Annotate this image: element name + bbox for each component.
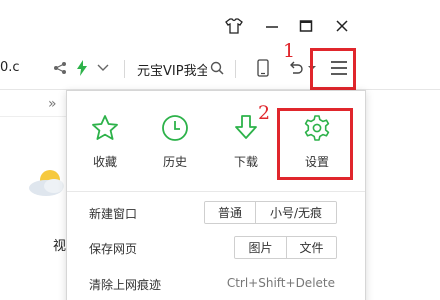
menu-row-new-window: 新建窗口 普通 小号/无痕 [67, 198, 365, 228]
new-window-incognito-button[interactable]: 小号/无痕 [255, 202, 336, 223]
highlight-box-menu [310, 48, 356, 90]
menu-row-clear-history[interactable]: 清除上网痕迹 Ctrl+Shift+Delete [67, 269, 365, 299]
clear-history-label[interactable]: 清除上网痕迹 [89, 276, 161, 293]
title-bar [0, 0, 440, 48]
weather-icon [28, 168, 68, 198]
menu-item-label: 历史 [162, 155, 187, 169]
menu-item-label: 下载 [233, 155, 258, 169]
maximize-button[interactable] [296, 16, 316, 36]
mobile-icon[interactable] [256, 58, 270, 78]
new-window-label[interactable]: 新建窗口 [89, 205, 137, 222]
save-page-button-group: 图片 文件 [234, 236, 337, 259]
save-as-file-button[interactable]: 文件 [286, 237, 336, 258]
minimize-button[interactable] [262, 16, 282, 36]
new-window-normal-button[interactable]: 普通 [205, 202, 255, 223]
clear-history-shortcut: Ctrl+Shift+Delete [226, 276, 335, 290]
download-icon [235, 115, 257, 139]
star-icon [92, 115, 118, 140]
chevron-down-icon[interactable] [96, 58, 110, 78]
clock-icon [162, 115, 188, 141]
toolbar-separator [124, 60, 125, 78]
new-window-button-group: 普通 小号/无痕 [204, 201, 337, 224]
menu-item-favorites[interactable]: 收藏 [77, 113, 133, 170]
address-bar-text[interactable]: 0.c [0, 60, 20, 75]
skin-icon[interactable] [224, 16, 244, 36]
lightning-icon[interactable] [75, 58, 89, 78]
menu-row-save-page: 保存网页 图片 文件 [67, 233, 365, 263]
page-text-fragment: 视 [53, 239, 67, 254]
highlight-box-settings [277, 108, 353, 180]
save-as-image-button[interactable]: 图片 [235, 237, 286, 258]
menu-divider [67, 191, 365, 192]
toolbar-separator [235, 60, 236, 78]
step-number-2: 2 [258, 102, 271, 124]
share-icon[interactable] [52, 58, 68, 78]
search-icon[interactable] [209, 58, 225, 78]
menu-item-label: 收藏 [92, 155, 117, 169]
menu-item-history[interactable]: 历史 [147, 113, 203, 170]
search-input[interactable]: 元宝VIP我全 [137, 60, 207, 79]
save-page-label[interactable]: 保存网页 [89, 240, 137, 257]
double-chevron-icon[interactable]: » [48, 96, 57, 112]
toolbar: 0.c 元宝VIP我全 [0, 48, 440, 90]
close-button[interactable] [332, 16, 352, 36]
step-number-1: 1 [283, 40, 296, 62]
